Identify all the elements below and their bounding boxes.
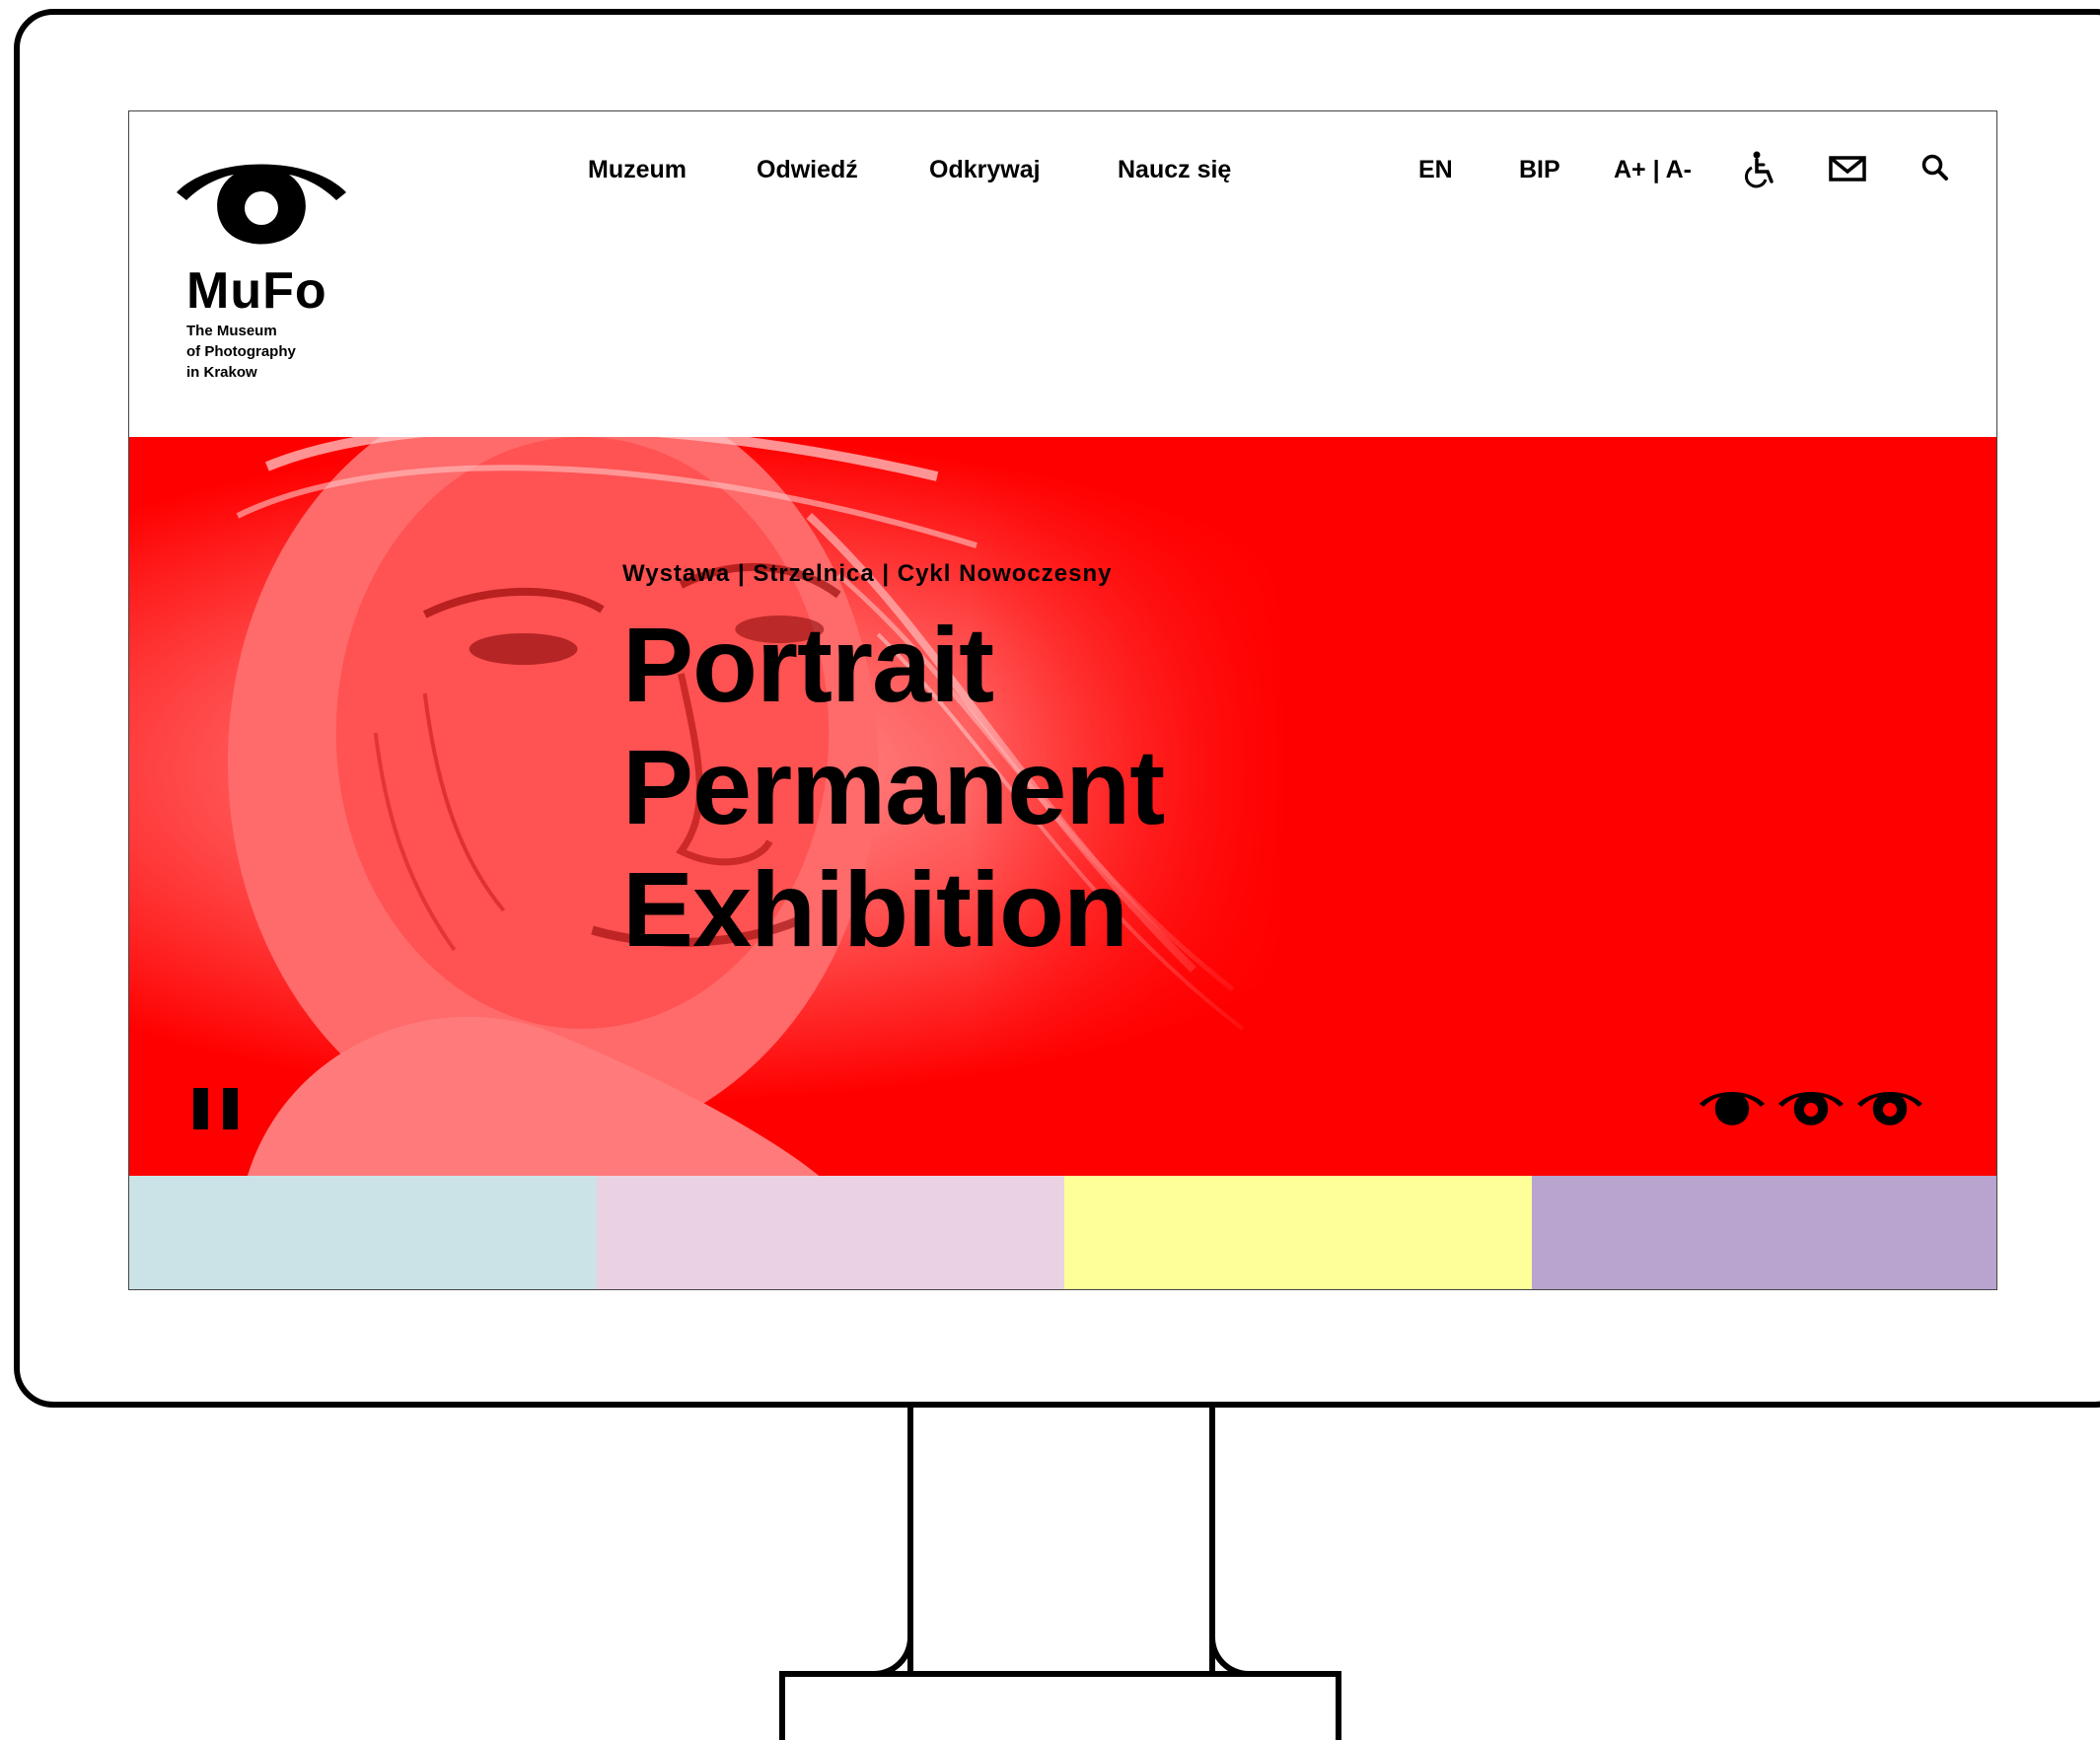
pause-icon[interactable] xyxy=(193,1088,245,1129)
hero-tagline: Wystawa | Strzelnica | Cykl Nowoczesny xyxy=(622,560,1113,587)
color-tiles xyxy=(129,1176,1996,1289)
eye-icon[interactable] xyxy=(1855,1088,1924,1137)
brand-subtitle-line: in Krakow xyxy=(186,364,257,381)
nav-item-odwiedz[interactable]: Odwiedź xyxy=(757,156,858,184)
tile-1[interactable] xyxy=(129,1176,597,1289)
website-screen: MuFo The Museum of Photography in Krakow… xyxy=(128,110,1997,1290)
site-header: MuFo The Museum of Photography in Krakow… xyxy=(129,111,1996,437)
hero-title-line: Permanent xyxy=(622,727,1165,846)
hero-title-line: Exhibition xyxy=(622,849,1128,969)
wheelchair-icon[interactable] xyxy=(1742,150,1775,188)
eye-icon[interactable] xyxy=(1776,1088,1846,1137)
eye-icon[interactable] xyxy=(1698,1088,1767,1137)
brand-subtitle-line: of Photography xyxy=(186,343,296,360)
nav-item-naucz-sie[interactable]: Naucz się xyxy=(1118,156,1231,184)
slide-indicators xyxy=(1698,1088,1924,1137)
font-size-toggle[interactable]: A+ | A- xyxy=(1614,156,1692,184)
main-navigation: Muzeum Odwiedź Odkrywaj Naucz się EN BIP… xyxy=(129,151,1996,195)
hero-title: Portrait Permanent Exhibition xyxy=(622,604,1412,971)
monitor-stand-foot xyxy=(779,1671,1341,1740)
search-icon[interactable] xyxy=(1919,152,1953,185)
brand-subtitle: The Museum of Photography in Krakow xyxy=(186,321,364,383)
monitor-stand-curve-right xyxy=(1209,1628,1284,1677)
nav-item-muzeum[interactable]: Muzeum xyxy=(588,156,687,184)
brand-name: MuFo xyxy=(186,262,327,320)
language-switch[interactable]: EN xyxy=(1418,156,1453,184)
nav-item-odkrywaj[interactable]: Odkrywaj xyxy=(929,156,1041,184)
monitor-stand-curve-left xyxy=(838,1628,913,1677)
tile-4[interactable] xyxy=(1532,1176,1996,1289)
tile-2[interactable] xyxy=(597,1176,1064,1289)
hero-text-block: Wystawa | Strzelnica | Cykl Nowoczesny P… xyxy=(622,560,1412,971)
hero-banner[interactable]: Wystawa | Strzelnica | Cykl Nowoczesny P… xyxy=(129,437,1996,1176)
hero-title-line: Portrait xyxy=(622,605,994,724)
monitor-stand-neck xyxy=(907,1405,1215,1675)
bip-link[interactable]: BIP xyxy=(1519,156,1560,184)
tile-3[interactable] xyxy=(1064,1176,1532,1289)
envelope-icon[interactable] xyxy=(1829,154,1866,187)
brand-subtitle-line: The Museum xyxy=(186,323,277,339)
